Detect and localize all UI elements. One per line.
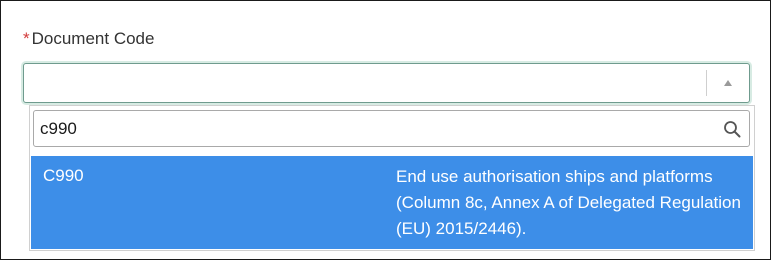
search-icon [724, 121, 741, 138]
dropdown-toggle-button[interactable] [707, 64, 749, 102]
field-label: * Document Code [23, 28, 154, 50]
option-code: C990 [43, 166, 84, 185]
dropdown-search-box [33, 110, 750, 147]
dropdown-search-input[interactable] [40, 115, 700, 142]
option-description: End use authorisation ships and platform… [396, 167, 741, 238]
dropdown-panel: C990 End use authorisation ships and pla… [29, 105, 755, 251]
dropdown-option-c990[interactable]: C990 End use authorisation ships and pla… [31, 156, 753, 249]
field-label-text: Document Code [31, 29, 155, 48]
required-marker: * [23, 29, 30, 48]
chevron-up-icon [724, 80, 732, 86]
document-code-combobox[interactable] [23, 63, 750, 103]
document-code-panel: *Document Code C990 End use authorisatio… [0, 0, 771, 260]
